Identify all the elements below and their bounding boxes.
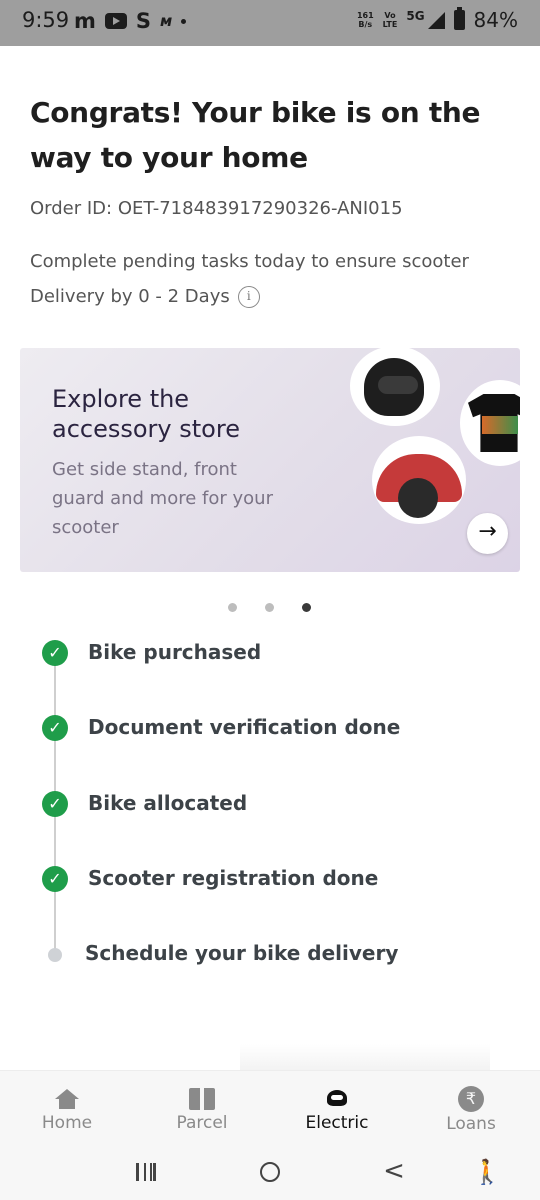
system-nav-bar: < 🚶 [0,1150,540,1200]
front-guard-icon [376,454,462,518]
more-notifications-icon [181,18,187,24]
helmet-product-image [350,348,440,426]
accessory-store-banner[interactable]: Explore the accessory store Get side sta… [20,348,520,572]
check-icon: ✓ [42,715,68,741]
nav-item-electric[interactable]: Electric [277,1083,397,1133]
schedule-delivery-label[interactable]: Schedule your bike delivery [85,941,398,965]
overlay-fade [240,1044,490,1070]
bottom-nav: Home Parcel Electric ₹ Loans [0,1070,540,1150]
timeline-step: ✓ Document verification done [0,707,540,747]
info-icon[interactable]: i [237,286,260,308]
status-bar: 9:59 m S ᴍ 161 B/s Vo LTE 5G 84% [0,0,540,46]
front-guard-product-image [372,436,466,524]
rupee-icon: ₹ [458,1086,484,1112]
banner-title: Explore the accessory store [52,385,240,443]
accessibility-icon[interactable]: 🚶 [467,1158,507,1186]
carousel-dot[interactable] [228,603,237,612]
helmet-icon [364,358,424,416]
notification-icons: m S ᴍ [74,9,187,33]
electric-icon [322,1088,352,1110]
order-id: Order ID: OET-718483917290326-ANI015 [30,198,403,219]
nav-item-loans[interactable]: ₹ Loans [411,1083,531,1134]
nav-label-parcel: Parcel [176,1113,228,1133]
status-time: 9:59 [22,8,70,32]
signal-icon [427,11,445,29]
home-button[interactable] [250,1158,290,1186]
arrow-right-button[interactable]: → [467,513,508,554]
back-button[interactable]: < [374,1158,414,1184]
order-header: Congrats! Your bike is on the way to you… [30,90,530,180]
app-m-icon: m [74,9,96,33]
nav-label-home: Home [41,1113,93,1133]
carousel-indicator [0,603,540,613]
check-icon: ✓ [42,866,68,892]
app-s-icon: S [135,9,152,33]
nav-item-home[interactable]: Home [7,1083,127,1133]
network-speed: 161 B/s [356,11,374,29]
check-icon: ✓ [42,640,68,666]
step-label: Scooter registration done [88,866,379,890]
recents-icon [136,1163,156,1181]
check-icon: ✓ [42,791,68,817]
youtube-icon [104,13,127,29]
carousel-dot[interactable] [265,603,274,612]
app-n-icon: ᴍ [160,12,173,30]
step-label: Bike purchased [88,640,262,664]
tshirt-product-image [460,380,520,466]
system-icons: 161 B/s Vo LTE 5G 84% [356,7,518,32]
home-icon [55,1089,79,1109]
banner-subtitle: Get side stand, front guard and more for… [52,459,273,538]
tshirt-print [482,416,518,434]
timeline-step: ✓ Scooter registration done [0,858,540,898]
network-type: 5G [406,9,425,23]
recents-button[interactable] [126,1158,166,1186]
timeline-step-pending[interactable]: Schedule your bike delivery [0,933,540,973]
pending-dot-icon [48,948,62,962]
step-label: Bike allocated [88,791,248,815]
volte-icon: Vo LTE [382,11,398,29]
carousel-dot-active[interactable] [302,603,311,612]
parcel-icon [189,1088,215,1110]
page-title: Congrats! Your bike is on the way to you… [30,96,481,174]
step-label: Document verification done [88,715,401,739]
battery-percent: 84% [473,8,518,32]
battery-icon [453,7,465,30]
timeline-step: ✓ Bike purchased [0,632,540,672]
nav-item-parcel[interactable]: Parcel [142,1083,262,1133]
pending-tasks-text: Complete pending tasks today to ensure s… [30,244,500,314]
nav-label-loans: Loans [446,1114,496,1134]
timeline-step: ✓ Bike allocated [0,783,540,823]
nav-label-electric: Electric [305,1113,369,1133]
home-circle-icon [260,1162,280,1182]
